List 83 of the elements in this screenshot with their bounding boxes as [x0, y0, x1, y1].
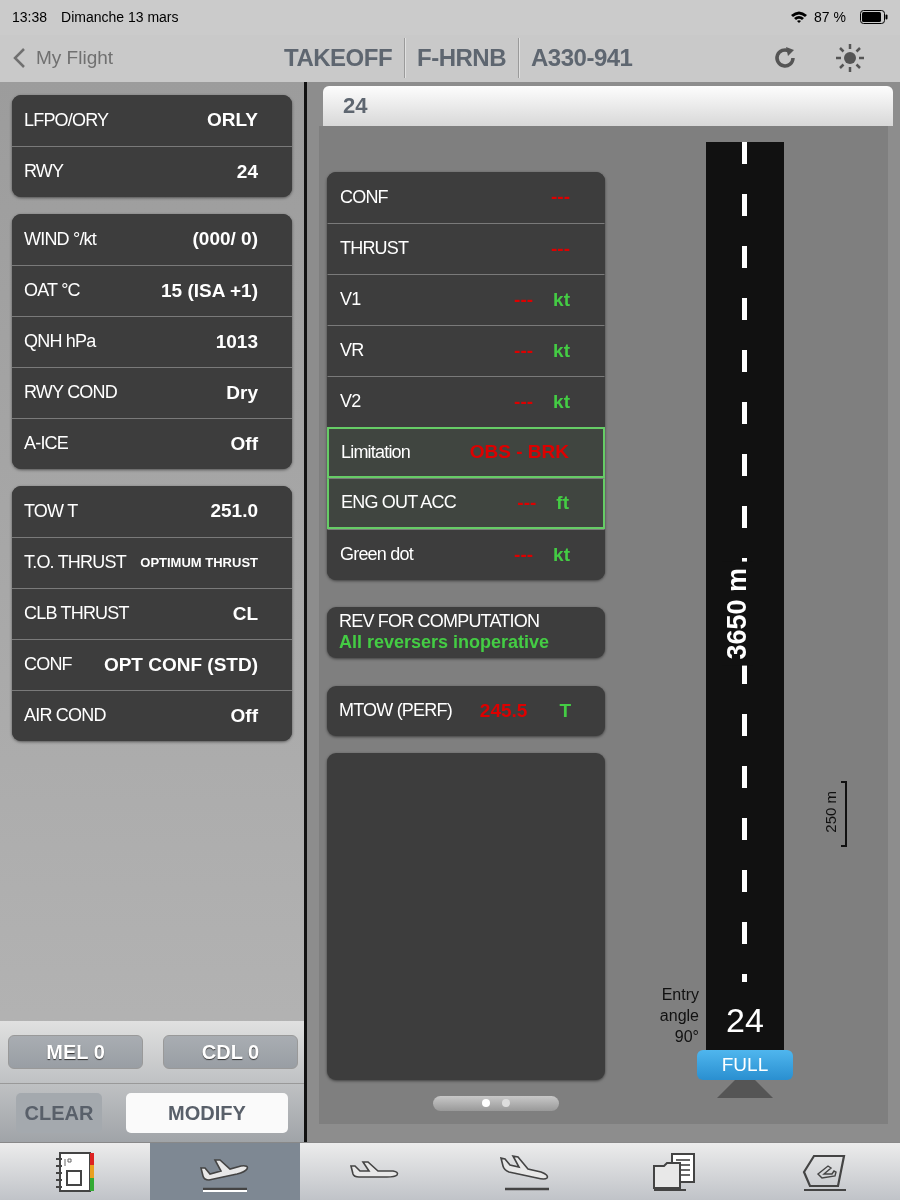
row-value: 15 (ISA +1) [161, 279, 258, 302]
folder-documents-icon [652, 1151, 698, 1192]
row-label: WIND °/kt [24, 228, 96, 250]
row-label: QNH hPa [24, 331, 96, 353]
input-row[interactable]: QNH hPa 1013 [12, 315, 292, 367]
result-value: OBS - BRK [469, 441, 569, 464]
row-value: CL [232, 602, 258, 625]
row-value: OPTIMUM THRUST [140, 555, 258, 571]
row-label: CONF [340, 186, 388, 208]
row-label: V1 [340, 289, 361, 311]
row-label: AIR COND [24, 705, 106, 727]
row-label: T.O. THRUST [24, 552, 126, 574]
row-label: RWY COND [24, 382, 117, 404]
modify-button[interactable]: MODIFY [126, 1093, 288, 1134]
row-label: LFPO/ORY [24, 109, 109, 131]
back-label: My Flight [36, 47, 114, 70]
mtow-label: MTOW (PERF) [339, 700, 452, 722]
input-row[interactable]: T.O. THRUST OPTIMUM THRUST [12, 536, 292, 588]
brightness-icon[interactable] [835, 42, 865, 73]
entry-angle-label: Entry angle 90° [658, 984, 699, 1047]
scale-label: 250 m [822, 790, 839, 833]
row-value: ORLY [206, 109, 258, 132]
input-row[interactable]: LFPO/ORY ORLY [12, 94, 292, 146]
row-label: THRUST [340, 238, 409, 260]
row-value: Off [230, 432, 258, 455]
input-row[interactable]: CLB THRUST CL [12, 587, 292, 639]
status-time: 13:38 [12, 9, 48, 26]
unit-label: T [559, 699, 571, 722]
unit-label: ft [556, 491, 569, 514]
status-date: Dimanche 13 mars [61, 9, 179, 26]
row-label: OAT °C [24, 280, 80, 302]
input-row[interactable]: OAT °C 15 (ISA +1) [12, 264, 292, 316]
tab[interactable] [150, 1143, 300, 1200]
page-dot[interactable] [502, 1099, 510, 1108]
input-row[interactable]: CONF OPT CONF (STD) [12, 638, 292, 690]
row-value: 251.0 [210, 500, 258, 523]
input-row[interactable]: A-ICE Off [12, 417, 292, 469]
row-label: TOW T [24, 500, 78, 522]
reversers-title: REV FOR COMPUTATION [339, 611, 541, 633]
page-dot[interactable] [482, 1099, 490, 1108]
input-row[interactable]: AIR COND Off [12, 689, 292, 741]
result-value: --- [514, 543, 534, 566]
result-value: --- [514, 288, 534, 311]
result-value: --- [517, 491, 537, 514]
row-label: Limitation [341, 441, 411, 463]
row-label: VR [340, 340, 364, 362]
unit-label: kt [553, 390, 570, 413]
reversers-value: All reversers inoperative [339, 632, 551, 654]
row-label: CONF [24, 654, 72, 676]
row-label: V2 [340, 391, 361, 413]
input-row[interactable]: RWY 24 [12, 145, 292, 197]
result-value: --- [551, 186, 570, 209]
unit-label: kt [553, 339, 570, 362]
row-label: ENG OUT ACC [341, 492, 456, 514]
row-label: A-ICE [24, 433, 68, 455]
input-row[interactable]: WIND °/kt (000/ 0) [12, 213, 292, 265]
unit-label: kt [553, 288, 570, 311]
result-value: --- [514, 339, 534, 362]
mtow-value: 245.5 [479, 699, 528, 722]
title-label: F-HRNB [416, 44, 508, 73]
row-label: CLB THRUST [24, 603, 129, 625]
row-value: 24 [236, 160, 258, 183]
battery-percent: 87 % [814, 9, 846, 26]
row-label: RWY [24, 161, 64, 183]
row-value: Dry [226, 381, 258, 404]
row-value: OPT CONF (STD) [103, 653, 258, 676]
input-row[interactable]: TOW T 251.0 [12, 485, 292, 537]
wifi-icon [790, 10, 809, 25]
row-label: Green dot [340, 544, 413, 566]
page-indicator[interactable] [433, 1095, 559, 1111]
input-row[interactable]: RWY COND Dry [12, 366, 292, 418]
runway-header: 24 [323, 85, 893, 126]
result-value: --- [551, 237, 570, 260]
row-value: (000/ 0) [192, 228, 258, 251]
battery-icon [860, 10, 888, 25]
unit-label: kt [553, 543, 570, 566]
row-value: Off [230, 704, 258, 727]
title-label: TAKEOFF [283, 44, 394, 73]
title-label: A330-941 [530, 44, 634, 73]
chevron-left-icon [12, 47, 26, 70]
refresh-icon[interactable] [772, 44, 798, 71]
result-value: --- [514, 390, 534, 413]
row-value: 1013 [215, 330, 258, 353]
